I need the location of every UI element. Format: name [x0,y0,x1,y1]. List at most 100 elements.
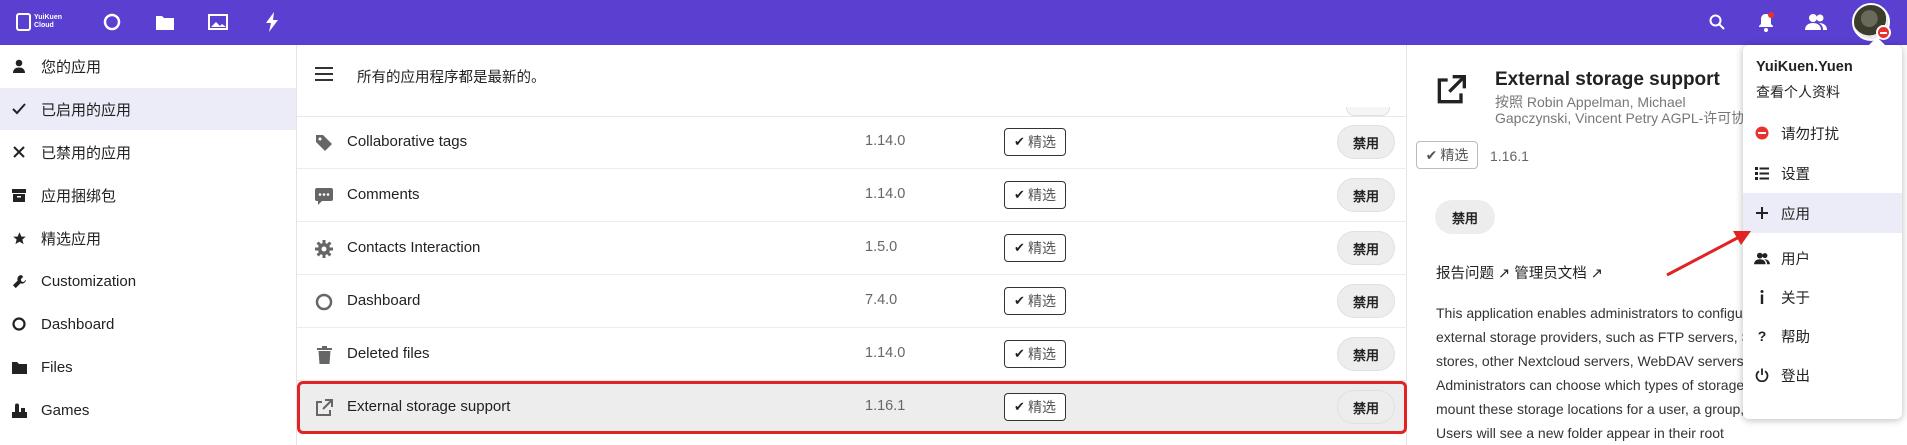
sidebar-item-your-apps[interactable]: 您的应用 [0,45,296,87]
app-authors: 按照 Robin Appelman, Michael Gapczynski, V… [1495,94,1760,126]
app-version: 7.4.0 [865,292,898,308]
disable-button[interactable]: 禁用 [1337,178,1395,212]
sidebar-item-label: 精选应用 [41,230,102,248]
close-icon [10,143,28,161]
folder-icon [10,358,28,376]
featured-label: 精选 [1027,346,1056,362]
sidebar-item-disabled-apps[interactable]: 已禁用的应用 [0,131,296,173]
wrench-icon [10,272,28,290]
user-menu: YuiKuen.Yuen 查看个人资料 请勿打扰 设置 应用 用户 关于 ? 帮… [1743,37,1902,419]
settings-list-icon [1754,165,1770,181]
annotation-arrow-icon [1666,231,1751,277]
logo[interactable]: YuiKuen Cloud [16,7,62,37]
sidebar-item-featured-apps[interactable]: 精选应用 [0,217,296,259]
featured-badge: ✔ 精选 [1004,393,1066,421]
check-icon: ✔ [1014,399,1025,414]
sidebar-item-app-bundles[interactable]: 应用捆绑包 [0,174,296,216]
menu-item-label: 设置 [1781,166,1810,183]
user-menu-username[interactable]: YuiKuen.Yuen [1756,59,1853,75]
menu-item-settings[interactable]: 设置 [1743,153,1902,193]
notifications-icon[interactable] [1754,10,1778,34]
photos-icon[interactable] [206,10,230,34]
external-link-icon [1436,75,1466,105]
check-icon: ✔ [1014,346,1025,361]
games-icon [10,401,28,419]
comment-icon [314,186,334,206]
menu-item-logout[interactable]: 登出 [1743,355,1902,395]
sidebar-item-label: Customization [41,272,137,290]
app-name: Dashboard [347,292,421,309]
app-list-panel: 所有的应用程序都是最新的。 Collaborative tags 1.14.0 … [297,45,1407,445]
app-row-contacts-interaction[interactable]: Contacts Interaction 1.5.0 ✔ 精选 禁用 [297,222,1407,275]
app-name: Deleted files [347,345,430,362]
featured-label: 精选 [1027,187,1056,203]
row-button-stub [1346,107,1390,116]
sidebar-item-label: Games [41,401,90,419]
menu-item-label: 应用 [1781,206,1810,223]
circle-icon [10,315,28,333]
sidebar-item-label: 您的应用 [41,58,102,76]
app-row-dashboard[interactable]: Dashboard 7.4.0 ✔ 精选 禁用 [297,275,1407,328]
power-icon [1754,367,1770,383]
disable-button[interactable]: 禁用 [1435,200,1495,234]
menu-item-help[interactable]: ? 帮助 [1743,316,1902,356]
plus-icon [1754,205,1770,221]
app-row-collaborative-tags[interactable]: Collaborative tags 1.14.0 ✔ 精选 禁用 [297,116,1407,169]
brand-line1: YuiKuen [33,14,62,21]
activity-icon[interactable] [260,10,284,34]
dnd-icon [1754,125,1770,141]
app-name: Contacts Interaction [347,239,481,256]
update-status-text: 所有的应用程序都是最新的。 [357,70,546,86]
app-links[interactable]: 报告问题 ↗ 管理员文档 ↗ [1436,262,1603,283]
app-version: 1.14.0 [865,345,906,361]
search-icon[interactable] [1705,10,1729,34]
app-row-comments[interactable]: Comments 1.14.0 ✔ 精选 禁用 [297,169,1407,222]
app-version: 1.16.1 [865,398,906,414]
check-icon: ✔ [1014,293,1025,308]
logo-icon [16,13,31,31]
app-name: Comments [347,186,420,203]
sidebar-item-games[interactable]: Games [0,389,296,431]
menu-item-apps[interactable]: 应用 [1743,193,1902,233]
app-version: 1.14.0 [865,133,906,149]
featured-label: 精选 [1027,134,1056,150]
check-icon: ✔ [1014,240,1025,255]
featured-label: 精选 [1027,240,1056,256]
sidebar-item-files[interactable]: Files [0,346,296,388]
dashboard-icon[interactable] [100,10,124,34]
archive-icon [10,186,28,204]
app-name: External storage support [347,398,511,415]
avatar[interactable] [1852,3,1891,41]
star-icon [10,229,28,247]
app-row-deleted-files[interactable]: Deleted files 1.14.0 ✔ 精选 禁用 [297,328,1407,381]
app-row-external-storage[interactable]: External storage support 1.16.1 ✔ 精选 禁用 [297,381,1407,434]
featured-label: 精选 [1027,399,1056,415]
external-link-icon [314,398,334,418]
sidebar-item-label: 应用捆绑包 [41,187,117,205]
disable-button[interactable]: 禁用 [1337,390,1395,424]
app-version: 1.14.0 [865,186,906,202]
disable-button[interactable]: 禁用 [1337,125,1395,159]
files-icon[interactable] [153,10,177,34]
disable-button[interactable]: 禁用 [1337,284,1395,318]
app-name: Collaborative tags [347,133,468,150]
menu-item-label: 登出 [1781,368,1810,385]
sidebar-item-enabled-apps[interactable]: 已启用的应用 [0,88,296,130]
circle-icon [314,292,334,312]
sidebar-item-dashboard[interactable]: Dashboard [0,303,296,345]
menu-toggle-icon[interactable] [315,67,333,81]
menu-item-dnd[interactable]: 请勿打扰 [1743,113,1902,153]
person-icon [10,57,28,75]
menu-item-about[interactable]: 关于 [1743,277,1902,317]
sidebar-item-customization[interactable]: Customization [0,260,296,302]
check-icon: ✔ [1014,134,1025,149]
view-profile-link[interactable]: 查看个人资料 [1756,82,1840,102]
check-icon: ✔ [1014,187,1025,202]
app-details-version: 1.16.1 [1490,148,1529,164]
menu-item-users[interactable]: 用户 [1743,238,1902,278]
disable-button[interactable]: 禁用 [1337,337,1395,371]
disable-button[interactable]: 禁用 [1337,231,1395,265]
header-bar: YuiKuen Cloud [0,0,1907,45]
featured-badge: ✔ 精选 [1004,340,1066,368]
contacts-icon[interactable] [1804,10,1828,34]
